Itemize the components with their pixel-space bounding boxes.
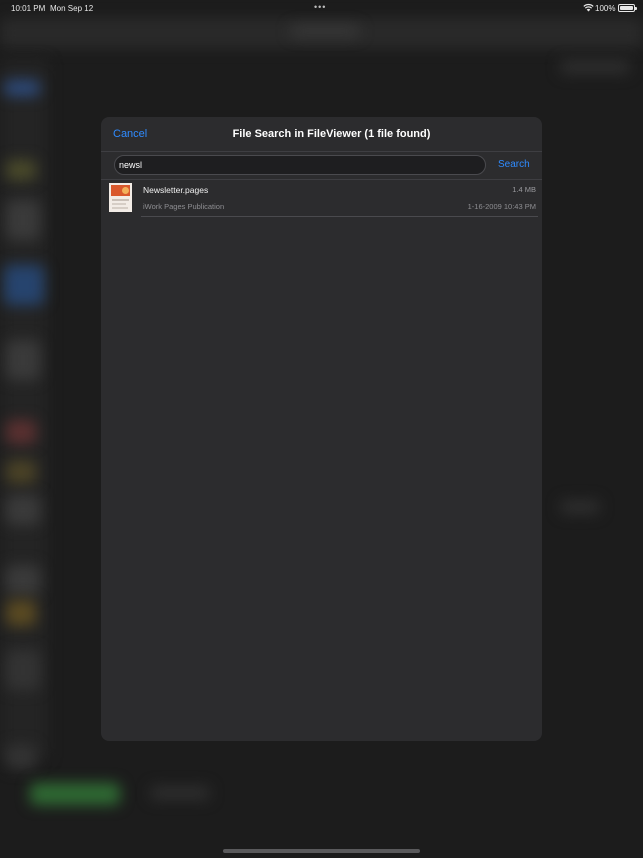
- search-button[interactable]: Search: [498, 159, 530, 170]
- status-time: 10:01 PM: [11, 4, 46, 13]
- status-date: Mon Sep 12: [50, 4, 94, 13]
- list-item[interactable]: Newsletter.pages 1.4 MB iWork Pages Publ…: [101, 180, 542, 218]
- pages-document-thumbnail-icon: [109, 183, 132, 212]
- row-separator: [141, 216, 538, 217]
- status-bar: 10:01 PM Mon Sep 12 ••• 100%: [0, 0, 643, 16]
- search-bar: Search: [101, 152, 542, 179]
- wifi-icon: [583, 3, 594, 12]
- modal-title: File Search in FileViewer (1 file found): [232, 128, 431, 140]
- file-date: 1-16-2009 10:43 PM: [467, 202, 536, 211]
- file-name: Newsletter.pages: [143, 185, 209, 195]
- file-search-modal: Cancel File Search in FileViewer (1 file…: [101, 117, 542, 741]
- battery-percent: 100%: [595, 4, 616, 13]
- home-indicator[interactable]: [223, 849, 420, 853]
- multitasking-dots-icon[interactable]: •••: [314, 2, 326, 12]
- search-input[interactable]: [114, 155, 486, 175]
- battery-icon: [618, 4, 637, 12]
- file-size: 1.4 MB: [512, 185, 536, 194]
- battery-level: [620, 6, 633, 10]
- modal-header: Cancel File Search in FileViewer (1 file…: [101, 117, 542, 151]
- search-results-list: Newsletter.pages 1.4 MB iWork Pages Publ…: [101, 180, 542, 218]
- file-kind: iWork Pages Publication: [143, 202, 225, 211]
